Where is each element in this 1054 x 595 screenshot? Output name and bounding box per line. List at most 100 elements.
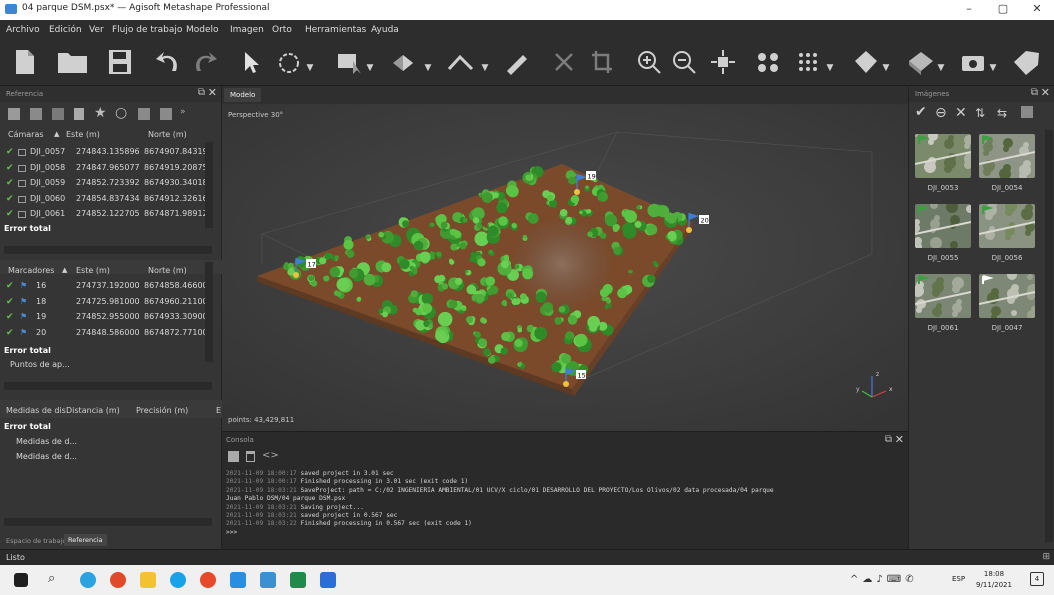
minimize-button[interactable]: –: [956, 2, 982, 18]
clock-date[interactable]: 9/11/2021: [976, 581, 1012, 589]
norte-col-header[interactable]: Norte (m): [148, 130, 187, 139]
console-close-icon[interactable]: ✕: [895, 433, 904, 446]
precision-col-header[interactable]: Precisión (m): [136, 406, 188, 415]
check-icon[interactable]: ✔: [6, 297, 14, 307]
check-icon[interactable]: ✔: [6, 328, 14, 338]
camera-row[interactable]: ✔ DJI_0058 274847.965077 8674919.208752: [0, 161, 213, 175]
export-icon[interactable]: [30, 108, 42, 120]
view-mode-icon[interactable]: [1021, 106, 1033, 118]
marker-row[interactable]: ✔ ⚑ 18 274725.981000 8674960.211000: [0, 295, 213, 309]
close-panel-icon[interactable]: ✕: [208, 86, 217, 99]
menu-archivo[interactable]: Archivo: [6, 25, 40, 35]
crop-selection-icon[interactable]: [588, 49, 616, 77]
measures-col-header[interactable]: Medidas de dis: [6, 406, 66, 415]
open-folder-icon[interactable]: [55, 49, 91, 77]
3d-rotate-tool-icon[interactable]: ▼: [384, 49, 436, 77]
check-icon[interactable]: ✔: [6, 194, 14, 204]
markers-sort-icon[interactable]: ▲: [62, 266, 67, 274]
convert-icon[interactable]: [52, 108, 64, 120]
camera-row[interactable]: ✔ DJI_0061 274852.122705 8674871.989128: [0, 207, 213, 221]
camera-row[interactable]: ✔ DJI_0060 274854.837434 8674912.326161: [0, 192, 213, 206]
menu-imagen[interactable]: Imagen: [230, 25, 264, 35]
show-points-icon[interactable]: ▼: [790, 49, 838, 77]
check-icon[interactable]: ✔: [6, 281, 14, 291]
remove-camera-icon[interactable]: ✕: [955, 105, 967, 121]
selection-tool-icon[interactable]: ▼: [330, 49, 378, 77]
sort-asc-icon[interactable]: ▲: [54, 130, 59, 138]
word-icon[interactable]: [320, 572, 336, 588]
maximize-button[interactable]: ▢: [990, 2, 1016, 18]
photos-scrollbar[interactable]: [1045, 130, 1053, 542]
system-tray-icons[interactable]: ^☁♪⌨✆: [850, 574, 918, 585]
check-icon[interactable]: ✔: [6, 147, 14, 157]
search-icon[interactable]: ⌕: [48, 571, 55, 586]
edge-browser-icon[interactable]: [80, 572, 96, 588]
ruler-tool-icon[interactable]: ▼: [442, 49, 492, 77]
notifications-icon[interactable]: 4: [1030, 572, 1044, 586]
console-scrollbar[interactable]: [896, 470, 904, 546]
check-icon[interactable]: ✔: [6, 163, 14, 173]
markers-este-header[interactable]: Este (m): [76, 266, 110, 275]
markers-norte-header[interactable]: Norte (m): [148, 266, 187, 275]
menu-flujo-de-trabajo[interactable]: Flujo de trabajo: [112, 25, 182, 35]
chrome-profile-icon[interactable]: [200, 572, 216, 588]
photo-thumbnail[interactable]: [915, 274, 971, 318]
markers-col-header[interactable]: Marcadores: [8, 266, 54, 275]
save-log-icon[interactable]: [228, 451, 239, 462]
view-errors-icon[interactable]: [138, 108, 150, 120]
cameras-scrollbar[interactable]: [205, 142, 213, 228]
extra-col-header[interactable]: E: [216, 406, 221, 415]
camera-row[interactable]: ✔ DJI_0057 274843.135896 8674907.843195: [0, 145, 213, 159]
menu-ver[interactable]: Ver: [89, 25, 104, 35]
metashape-taskbar-icon[interactable]: [260, 572, 276, 588]
show-tiled-model-icon[interactable]: ▼: [900, 49, 950, 77]
move-region-icon[interactable]: [707, 49, 739, 77]
marker-row[interactable]: ✔ ⚑ 19 274852.955000 8674933.309000: [0, 310, 213, 324]
cameras-hscroll[interactable]: [4, 246, 212, 254]
import-icon[interactable]: [8, 108, 20, 120]
draw-polyline-icon[interactable]: [500, 49, 532, 77]
more-tools-icon[interactable]: »: [180, 107, 186, 117]
distance-col-header[interactable]: Distancia (m): [66, 406, 120, 415]
delete-selection-icon[interactable]: [550, 49, 578, 77]
undo-icon[interactable]: [153, 49, 183, 77]
zoom-in-icon[interactable]: [635, 49, 663, 77]
reset-transform-icon[interactable]: ○: [115, 105, 127, 121]
check-icon[interactable]: ✔: [6, 178, 14, 188]
este-col-header[interactable]: Este (m): [66, 130, 100, 139]
photo-thumbnail[interactable]: [915, 134, 971, 178]
photos-app-icon[interactable]: [230, 572, 246, 588]
menu-ayuda[interactable]: Ayuda: [371, 25, 399, 35]
cameras-col-header[interactable]: Cámaras: [8, 130, 44, 139]
navigation-cursor-icon[interactable]: [240, 49, 262, 77]
show-cameras-icon[interactable]: [752, 49, 784, 77]
redo-icon[interactable]: [190, 49, 220, 77]
menu-herramientas[interactable]: Herramientas: [305, 25, 366, 35]
model-scene[interactable]: 19 20 17 15 z x y: [222, 104, 908, 431]
rotate-object-icon[interactable]: ▼: [268, 49, 320, 77]
measures-hscroll[interactable]: [4, 518, 212, 526]
capture-view-icon[interactable]: ▼: [956, 49, 1000, 77]
show-model-icon[interactable]: ▼: [845, 49, 895, 77]
new-document-icon[interactable]: [10, 49, 40, 77]
camera-row[interactable]: ✔ DJI_0059 274852.723392 8674930.340182: [0, 176, 213, 190]
start-menu-icon[interactable]: [14, 573, 28, 587]
check-icon[interactable]: ✔: [6, 209, 14, 219]
3d-viewport[interactable]: 19 20 17 15 z x y Perspective 30° points…: [222, 104, 908, 431]
photos-float-icon[interactable]: ⧉: [1031, 87, 1038, 98]
menu-orto[interactable]: Orto: [272, 25, 292, 35]
rotate-left-icon[interactable]: ⇅: [975, 106, 985, 120]
run-script-icon[interactable]: <>: [262, 450, 279, 461]
enable-camera-icon[interactable]: ✔: [915, 104, 927, 120]
console-float-icon[interactable]: ⧉: [885, 434, 892, 445]
excel-icon[interactable]: [290, 572, 306, 588]
close-button[interactable]: ✕: [1024, 2, 1050, 18]
marker-row[interactable]: ✔ ⚑ 16 274737.192000 8674858.466000: [0, 279, 213, 293]
tab-model[interactable]: Modelo: [224, 88, 262, 102]
tab-reference[interactable]: Referencia: [64, 534, 107, 546]
measure-row[interactable]: Medidas de d...: [0, 450, 208, 464]
markers-hscroll[interactable]: [4, 382, 212, 390]
skype-icon[interactable]: [170, 572, 186, 588]
settings-icon[interactable]: [160, 108, 172, 120]
marker-row[interactable]: ✔ ⚑ 20 274848.586000 8674872.771000: [0, 326, 213, 340]
